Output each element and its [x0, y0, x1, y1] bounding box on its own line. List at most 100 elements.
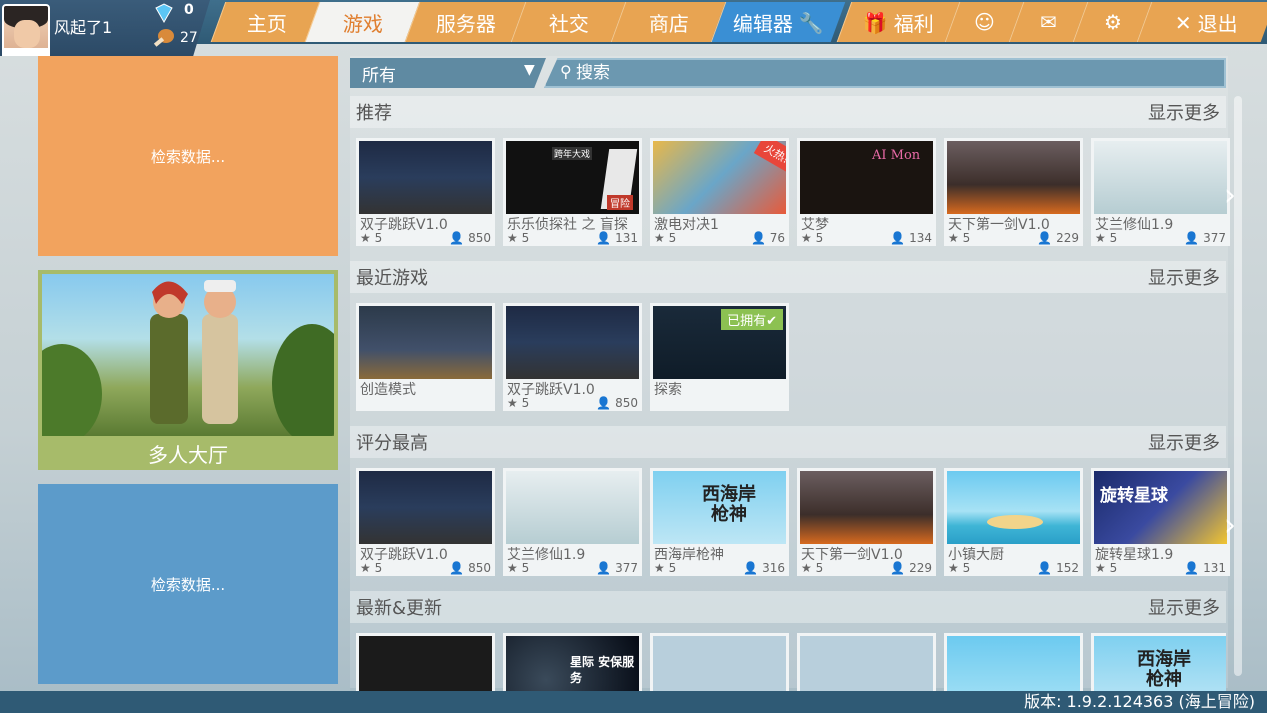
show-more-button[interactable]: 显示更多 — [1148, 264, 1220, 290]
game-card[interactable]: 跨年大戏 冒险 乐乐侦探社 之 盲探 ★ 5 👤 131 — [503, 138, 642, 246]
tab-social[interactable]: 社交 — [510, 2, 626, 42]
game-players: 👤 377 — [596, 561, 638, 575]
game-thumbnail — [947, 471, 1080, 544]
game-card[interactable] — [650, 633, 789, 691]
logout-button[interactable]: ✕ 退出 — [1136, 2, 1267, 42]
category-dropdown[interactable]: 所有 — [350, 58, 546, 88]
game-thumbnail: 火热! — [653, 141, 786, 214]
players-value: 131 — [615, 231, 638, 245]
show-more-button[interactable]: 显示更多 — [1148, 594, 1220, 620]
tab-social-label: 社交 — [548, 11, 589, 36]
rating-value: 5 — [962, 561, 971, 575]
avatar[interactable] — [2, 4, 50, 56]
thumb-text-ai: AI Mon — [872, 148, 921, 163]
tab-shop[interactable]: 商店 — [610, 2, 726, 42]
username: 风起了1 — [54, 18, 113, 37]
show-more-button[interactable]: 显示更多 — [1148, 429, 1220, 455]
game-thumbnail — [947, 636, 1080, 691]
logout-label: 退出 — [1197, 11, 1238, 36]
thumb-text-maoxian: 冒险 — [607, 195, 633, 210]
game-rating: ★ 5 — [360, 231, 383, 245]
search-input[interactable] — [576, 60, 1076, 86]
game-card[interactable]: 西海岸 枪神 西海岸枪神 ★ 5 👤 316 — [650, 468, 789, 576]
scrollbar[interactable] — [1234, 96, 1242, 676]
game-rating: ★ 5 — [1095, 231, 1118, 245]
gift-icon: 🎁 — [863, 10, 888, 34]
game-thumbnail: 旋转星球 — [1094, 471, 1227, 544]
tab-servers-label: 服务器 — [435, 11, 496, 36]
game-rating: ★ 5 — [948, 231, 971, 245]
tab-shop-label: 商店 — [648, 11, 689, 36]
version-label: 版本: 1.9.2.124363 (海上冒险) — [0, 691, 1267, 713]
section-title: 评分最高 — [356, 433, 428, 454]
game-card[interactable]: 双子跳跃V1.0 ★ 5 👤 850 — [356, 468, 495, 576]
rating-value: 5 — [521, 561, 530, 575]
section-title: 最近游戏 — [356, 268, 428, 289]
game-players: 👤 131 — [596, 231, 638, 245]
game-rating: ★ 5 — [948, 561, 971, 575]
tab-servers[interactable]: 服务器 — [404, 2, 526, 42]
game-card[interactable]: 双子跳跃V1.0 ★ 5 👤 850 — [503, 303, 642, 411]
wrench-icon: 🔧 — [799, 10, 824, 34]
game-rating: ★ 5 — [801, 231, 824, 245]
game-card[interactable]: 星际 安保服务 — [503, 633, 642, 691]
section-title: 推荐 — [356, 103, 392, 124]
players-value: 377 — [615, 561, 638, 575]
game-card[interactable]: 旋转星球 旋转星球1.9 ★ 5 👤 131 › — [1091, 468, 1236, 576]
game-card[interactable]: 火热! 激电对决1 ★ 5 👤 76 — [650, 138, 789, 246]
mail-icon: ✉ — [1040, 10, 1057, 34]
chevron-down-icon[interactable]: ▼ — [524, 62, 535, 78]
players-value: 131 — [1203, 561, 1226, 575]
game-card[interactable]: 天下第一剑V1.0 ★ 5 👤 229 — [797, 468, 936, 576]
panel-top-text: 检索数据... — [150, 147, 226, 166]
game-card[interactable]: 小镇大厨 ★ 5 👤 152 — [944, 468, 1083, 576]
game-players: 👤 152 — [1037, 561, 1079, 575]
thumb-text-xzxq: 旋转星球 — [1100, 486, 1168, 506]
section-header: 评分最高 显示更多 — [350, 426, 1226, 458]
game-card[interactable] — [944, 633, 1083, 691]
game-players: 👤 229 — [890, 561, 932, 575]
rating-value: 5 — [962, 231, 971, 245]
game-card[interactable]: 西海岸 枪神 — [1091, 633, 1226, 691]
game-players: 👤 850 — [596, 396, 638, 410]
game-card[interactable]: 天下第一剑V1.0 ★ 5 👤 229 — [944, 138, 1083, 246]
players-value: 316 — [762, 561, 785, 575]
players-value: 850 — [468, 561, 491, 575]
tab-games[interactable]: 游戏 — [304, 2, 420, 42]
rating-value: 5 — [521, 396, 530, 410]
game-card[interactable]: 已拥有✔ 探索 — [650, 303, 789, 411]
multiplayer-lobby-panel[interactable]: 多人大厅 — [38, 270, 338, 470]
game-players: 👤 229 — [1037, 231, 1079, 245]
players-value: 134 — [909, 231, 932, 245]
show-more-button[interactable]: 显示更多 — [1148, 99, 1220, 125]
players-value: 229 — [909, 561, 932, 575]
game-card[interactable]: 创造模式 — [356, 303, 495, 411]
tab-editor[interactable]: 编辑器 🔧 — [710, 2, 846, 42]
game-card[interactable]: AI Mon 艾梦 ★ 5 👤 134 — [797, 138, 936, 246]
welfare-button[interactable]: 🎁 福利 — [836, 2, 960, 42]
welfare-label: 福利 — [893, 11, 934, 36]
game-card[interactable]: 艾兰修仙1.9 ★ 5 👤 377 › — [1091, 138, 1236, 246]
game-card[interactable]: 艾兰修仙1.9 ★ 5 👤 377 — [503, 468, 642, 576]
tab-home[interactable]: 主页 — [210, 2, 322, 42]
players-value: 850 — [468, 231, 491, 245]
game-thumbnail — [359, 306, 492, 379]
left-panel-top[interactable]: 检索数据... — [38, 56, 338, 256]
rating-value: 5 — [521, 231, 530, 245]
rating-value: 5 — [1109, 561, 1118, 575]
game-card[interactable]: 双子跳跃V1.0 ★ 5 👤 850 — [356, 138, 495, 246]
game-card[interactable] — [797, 633, 936, 691]
rating-value: 5 — [815, 231, 824, 245]
tab-home-label: 主页 — [246, 11, 287, 36]
user-profile[interactable]: 风起了1 0 27 — [0, 0, 210, 56]
left-panel-bottom[interactable]: 检索数据... — [38, 484, 338, 684]
game-card[interactable] — [356, 633, 495, 691]
food-count: 27 — [180, 30, 198, 46]
game-thumbnail — [1094, 141, 1227, 214]
tab-editor-label: 编辑器 — [733, 11, 794, 36]
game-rating: ★ 5 — [654, 231, 677, 245]
game-thumbnail: 西海岸 枪神 — [653, 471, 786, 544]
section-top-rated: 评分最高 显示更多 双子跳跃V1.0 ★ 5 👤 850 艾兰修仙1.9 ★ 5… — [350, 426, 1236, 578]
game-players: 👤 131 — [1184, 561, 1226, 575]
game-players: 👤 134 — [890, 231, 932, 245]
